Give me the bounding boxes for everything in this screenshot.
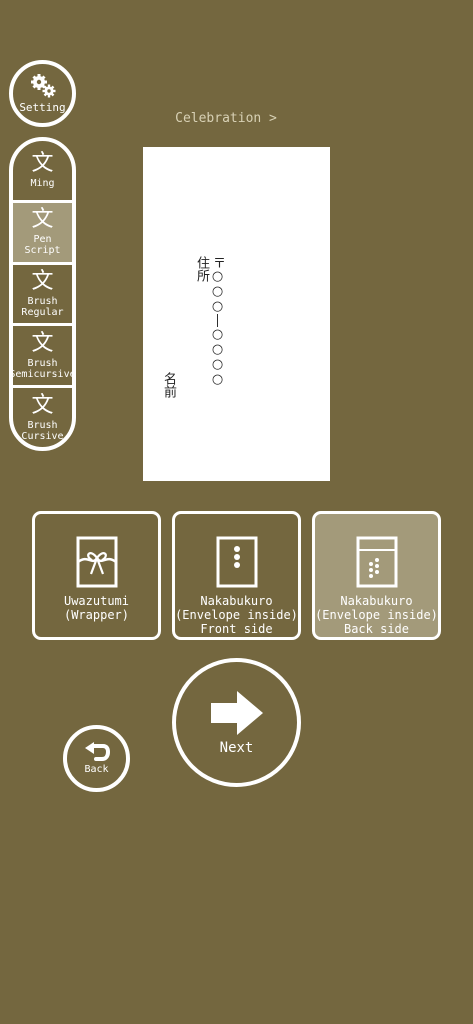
mode-label: Nakabukuro (Envelope inside) Back side xyxy=(315,594,438,636)
mode-label: Uwazutumi (Wrapper) xyxy=(63,594,130,622)
font-option-brush-regular[interactable]: 文 Brush Regular xyxy=(13,265,72,327)
font-label: Brush Cursive xyxy=(21,419,64,442)
address-label: 住所 xyxy=(194,256,209,282)
font-label: Brush Semicursive xyxy=(9,357,76,380)
envelope-back-icon xyxy=(356,536,397,588)
back-button[interactable]: Back xyxy=(63,725,130,792)
wrapper-icon xyxy=(76,536,117,588)
setting-label: Setting xyxy=(19,101,66,114)
envelope-front-icon xyxy=(216,536,257,588)
back-label: Back xyxy=(84,764,109,775)
next-label: Next xyxy=(219,739,254,756)
font-glyph: 文 xyxy=(31,150,54,176)
font-style-panel: 文 Ming 文 Pen Script 文 Brush Regular 文 Brus… xyxy=(9,137,76,451)
name-label: 名前 xyxy=(161,372,176,398)
arrow-right-icon xyxy=(210,690,263,735)
zip-placeholder: 〒○○○―○○○○ xyxy=(210,256,225,387)
font-glyph: 文 xyxy=(31,268,54,294)
font-option-brush-cursive[interactable]: 文 Brush Cursive xyxy=(13,388,72,447)
font-label: Ming xyxy=(30,177,55,189)
font-glyph: 文 xyxy=(31,207,54,233)
font-label: Brush Regular xyxy=(21,295,64,318)
envelope-back-mode-button[interactable]: Nakabukuro (Envelope inside) Back side xyxy=(312,511,441,640)
font-option-pen-script[interactable]: 文 Pen Script xyxy=(13,202,72,265)
next-button[interactable]: Next xyxy=(172,658,301,787)
wrapper-mode-button[interactable]: Uwazutumi (Wrapper) xyxy=(32,511,161,640)
font-glyph: 文 xyxy=(31,392,54,418)
envelope-preview xyxy=(143,147,330,481)
font-option-ming[interactable]: 文 Ming xyxy=(13,141,72,203)
category-breadcrumb[interactable]: Celebration > xyxy=(143,111,309,126)
return-arrow-icon xyxy=(84,742,110,761)
font-glyph: 文 xyxy=(31,330,54,356)
setting-button[interactable]: Setting xyxy=(9,60,76,127)
font-option-brush-semicursive[interactable]: 文 Brush Semicursive xyxy=(13,326,72,389)
mode-label: Nakabukuro (Envelope inside) Front side xyxy=(175,594,298,636)
envelope-front-mode-button[interactable]: Nakabukuro (Envelope inside) Front side xyxy=(172,511,301,640)
gears-icon xyxy=(30,74,55,98)
font-label: Pen Script xyxy=(24,234,61,257)
